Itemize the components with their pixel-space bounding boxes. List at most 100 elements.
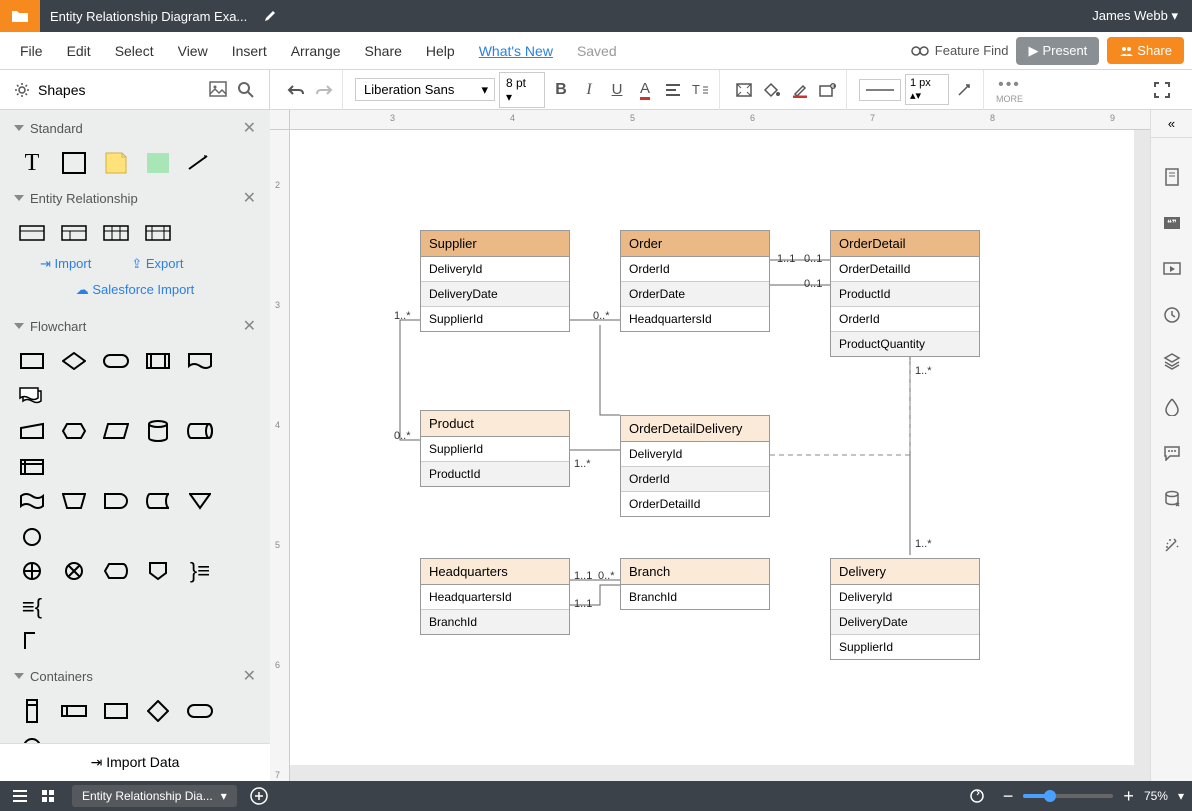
panel-standard[interactable]: Standard✕: [0, 110, 270, 146]
fc-internal[interactable]: [18, 456, 46, 478]
shape-arrow[interactable]: [186, 152, 214, 174]
fc-multidoc[interactable]: [18, 386, 46, 408]
fc-delay[interactable]: [102, 490, 130, 512]
line-style-select[interactable]: [859, 79, 901, 101]
fc-offpage[interactable]: [144, 560, 172, 582]
sync-icon[interactable]: [965, 784, 989, 808]
user-menu[interactable]: James Webb ▾: [1078, 8, 1192, 24]
import-link[interactable]: ⇥ Import: [40, 256, 91, 272]
er-shape-3[interactable]: [102, 222, 130, 244]
page-tab[interactable]: Entity Relationship Dia... ▾: [72, 785, 237, 807]
panel-containers[interactable]: Containers✕: [0, 658, 270, 694]
table-headquarters[interactable]: Headquarters HeadquartersId BranchId: [420, 558, 570, 635]
cont-rect[interactable]: [102, 700, 130, 722]
shape-rect[interactable]: [60, 152, 88, 174]
er-shape-4[interactable]: [144, 222, 172, 244]
er-shape-1[interactable]: [18, 222, 46, 244]
menu-help[interactable]: Help: [414, 43, 467, 59]
close-icon[interactable]: ✕: [243, 118, 256, 138]
table-order[interactable]: Order OrderId OrderDate HeadquartersId: [620, 230, 770, 332]
fc-diamond[interactable]: [60, 350, 88, 372]
fc-doc[interactable]: [186, 350, 214, 372]
dock-page-icon[interactable]: [1161, 166, 1183, 188]
fc-brace-l[interactable]: ≡{: [18, 596, 46, 618]
text-color-button[interactable]: A: [633, 78, 657, 102]
fc-note[interactable]: [18, 630, 46, 652]
table-branch[interactable]: Branch BranchId: [620, 558, 770, 610]
folder-icon[interactable]: [0, 0, 40, 32]
menu-edit[interactable]: Edit: [55, 43, 103, 59]
list-view-icon[interactable]: [8, 784, 32, 808]
fc-or[interactable]: [18, 560, 46, 582]
menu-view[interactable]: View: [166, 43, 220, 59]
table-orderdetaildelivery[interactable]: OrderDetailDelivery DeliveryId OrderId O…: [620, 415, 770, 517]
fc-merge[interactable]: [186, 490, 214, 512]
panel-er[interactable]: Entity Relationship✕: [0, 180, 270, 216]
table-delivery[interactable]: Delivery DeliveryId DeliveryDate Supplie…: [830, 558, 980, 660]
cont-lane-v[interactable]: [18, 700, 46, 722]
salesforce-import[interactable]: ☁ Salesforce Import: [0, 278, 270, 308]
export-link[interactable]: ⇪ Export: [131, 256, 183, 272]
dock-history-icon[interactable]: [1161, 304, 1183, 326]
menu-arrange[interactable]: Arrange: [279, 43, 353, 59]
canvas[interactable]: Supplier DeliveryId DeliveryDate Supplie…: [290, 130, 1134, 765]
menu-file[interactable]: File: [8, 43, 55, 59]
more-button[interactable]: •••: [996, 76, 1023, 94]
align-button[interactable]: [661, 78, 685, 102]
table-orderdetail[interactable]: OrderDetail OrderDetailId ProductId Orde…: [830, 230, 980, 357]
fc-manual-input[interactable]: [18, 420, 46, 442]
fc-data[interactable]: [102, 420, 130, 442]
border-color-button[interactable]: [788, 78, 812, 102]
cont-diamond[interactable]: [144, 700, 172, 722]
dock-present-icon[interactable]: [1161, 258, 1183, 280]
table-product[interactable]: Product SupplierId ProductId: [420, 410, 570, 487]
share-button[interactable]: Share: [1107, 37, 1184, 64]
text-options-button[interactable]: T: [689, 78, 713, 102]
dock-db-icon[interactable]: [1161, 488, 1183, 510]
line-width-select[interactable]: 1 px ▴▾: [905, 74, 949, 105]
table-supplier[interactable]: Supplier DeliveryId DeliveryDate Supplie…: [420, 230, 570, 332]
fc-tape[interactable]: [18, 490, 46, 512]
fc-predef[interactable]: [144, 350, 172, 372]
image-icon[interactable]: [209, 81, 227, 99]
document-title[interactable]: Entity Relationship Diagram Exa...: [40, 9, 257, 24]
present-button[interactable]: ▶ Present: [1016, 37, 1099, 65]
close-icon[interactable]: ✕: [243, 316, 256, 336]
zoom-out[interactable]: −: [1003, 786, 1014, 807]
menu-whats-new[interactable]: What's New: [467, 43, 565, 59]
shape-layout-button[interactable]: [732, 78, 756, 102]
dock-drop-icon[interactable]: [1161, 396, 1183, 418]
menu-select[interactable]: Select: [103, 43, 166, 59]
redo-button[interactable]: [312, 78, 336, 102]
close-icon[interactable]: ✕: [243, 666, 256, 686]
er-shape-2[interactable]: [60, 222, 88, 244]
zoom-in[interactable]: +: [1123, 786, 1134, 807]
fullscreen-button[interactable]: [1150, 78, 1174, 102]
feature-find[interactable]: Feature Find: [911, 43, 1009, 58]
panel-flowchart[interactable]: Flowchart✕: [0, 308, 270, 344]
cont-pill[interactable]: [186, 700, 214, 722]
fc-manual-op[interactable]: [60, 490, 88, 512]
gear-icon[interactable]: [14, 82, 30, 98]
shape-block[interactable]: [144, 152, 172, 174]
search-icon[interactable]: [237, 81, 255, 99]
menu-insert[interactable]: Insert: [220, 43, 279, 59]
zoom-slider[interactable]: [1023, 794, 1113, 798]
zoom-level[interactable]: 75%: [1144, 789, 1168, 803]
fc-hexagon[interactable]: [60, 420, 88, 442]
shape-note[interactable]: [102, 152, 130, 174]
fill-button[interactable]: [760, 78, 784, 102]
dock-layers-icon[interactable]: [1161, 350, 1183, 372]
import-data-button[interactable]: ⇥ Import Data: [0, 743, 270, 781]
close-icon[interactable]: ✕: [243, 188, 256, 208]
fc-sum[interactable]: [60, 560, 88, 582]
cont-lane-h[interactable]: [60, 700, 88, 722]
dock-wand-icon[interactable]: [1161, 534, 1183, 556]
canvas-area[interactable]: 3 4 5 6 7 8 9 2 3 4 5 6 7: [270, 110, 1150, 781]
grid-view-icon[interactable]: [36, 784, 60, 808]
collapse-dock[interactable]: «: [1151, 118, 1192, 138]
underline-button[interactable]: U: [605, 78, 629, 102]
fc-terminator[interactable]: [102, 350, 130, 372]
fc-database[interactable]: [144, 420, 172, 442]
shape-options-button[interactable]: [816, 78, 840, 102]
